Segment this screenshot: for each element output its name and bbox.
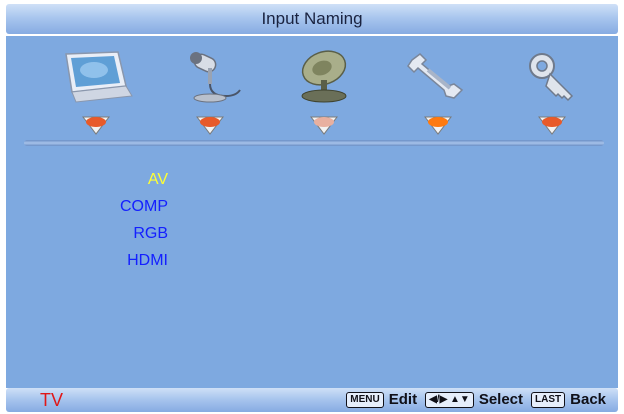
input-list: AV COMP RGB HDMI xyxy=(120,166,168,274)
monitor-icon xyxy=(65,51,133,103)
title-bar: Input Naming xyxy=(6,4,618,34)
status-bar: TV MENU Edit ◀/▶ ▲▼ Select LAST Back xyxy=(6,388,618,412)
tab-arrow xyxy=(82,114,110,136)
osd-screen: Input Naming AV COMP RGB HDMI TV MENU Ed… xyxy=(0,0,624,414)
microphone-icon xyxy=(190,52,241,103)
tab-sound[interactable] xyxy=(170,46,250,135)
menu-panel: AV COMP RGB HDMI xyxy=(6,36,618,388)
arrow-fill xyxy=(86,117,106,127)
edit-label: Edit xyxy=(388,391,418,408)
select-hint: ◀/▶ ▲▼ Select xyxy=(425,391,523,408)
edit-hint: MENU Edit xyxy=(346,391,417,408)
tab-arrow xyxy=(310,114,338,136)
wrench-icon xyxy=(407,53,464,99)
tab-arrow xyxy=(196,114,224,136)
input-item-rgb[interactable]: RGB xyxy=(133,220,168,247)
tab-picture[interactable] xyxy=(56,46,136,135)
tab-arrow xyxy=(424,114,452,136)
tab-channel[interactable] xyxy=(284,46,364,135)
input-item-hdmi[interactable]: HDMI xyxy=(127,247,168,274)
tab-arrow xyxy=(538,114,566,136)
section-divider xyxy=(24,140,604,146)
menu-key-icon: MENU xyxy=(346,391,384,408)
key-hints: MENU Edit ◀/▶ ▲▼ Select LAST Back xyxy=(346,391,606,408)
back-hint: LAST Back xyxy=(531,391,606,408)
input-item-av[interactable]: AV xyxy=(148,166,168,193)
select-label: Select xyxy=(478,391,524,408)
key-icon xyxy=(529,53,574,102)
tab-lock[interactable] xyxy=(512,46,592,135)
satellite-dish-icon xyxy=(301,50,347,103)
page-title: Input Naming xyxy=(261,9,363,28)
tab-setup[interactable] xyxy=(398,46,478,135)
last-key-icon: LAST xyxy=(531,391,566,408)
current-source: TV xyxy=(40,390,64,410)
arrow-keys-icon: ◀/▶ ▲▼ xyxy=(425,391,474,408)
input-item-comp[interactable]: COMP xyxy=(120,193,168,220)
back-label: Back xyxy=(570,391,606,408)
category-tabs xyxy=(6,46,618,135)
